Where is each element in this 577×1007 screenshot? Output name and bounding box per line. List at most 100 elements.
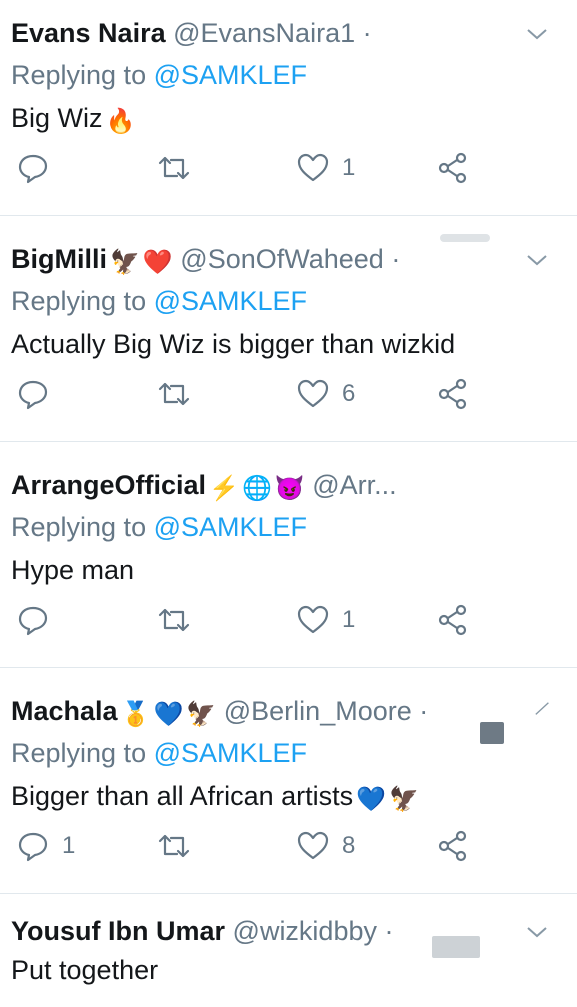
replying-to: Replying to @SAMKLEF xyxy=(11,58,307,92)
reply-icon xyxy=(18,606,48,636)
replying-to-link[interactable]: @SAMKLEF xyxy=(154,512,307,542)
obscured-region xyxy=(480,722,504,744)
red-heart-emoji: ❤️ xyxy=(142,249,173,276)
tweet-body: Hype man xyxy=(11,555,135,585)
like-count: 8 xyxy=(342,832,356,859)
globe-emoji: 🌐 xyxy=(241,475,272,502)
reply-button[interactable] xyxy=(16,374,62,414)
tweet-card[interactable]: ArrangeOfficial ⚡ 🌐 😈 @Arr... Replying to @… xyxy=(0,452,577,667)
author-handle[interactable]: @EvansNaira1 xyxy=(173,18,355,48)
retweet-icon xyxy=(158,156,190,180)
author-name[interactable]: Machala xyxy=(11,696,118,726)
reply-icon xyxy=(18,380,48,410)
like-count: 6 xyxy=(342,380,356,407)
devil-emoji: 😈 xyxy=(274,475,305,502)
replying-to-label: Replying to xyxy=(11,286,147,316)
author-handle[interactable]: @Arr... xyxy=(312,470,396,500)
eagle-emoji: 🦅 xyxy=(110,249,140,276)
reply-icon xyxy=(18,832,48,862)
author-handle[interactable]: @wizkidbby xyxy=(233,916,377,946)
chevron-down-icon[interactable] xyxy=(525,22,549,46)
reply-count: 1 xyxy=(62,832,76,859)
replying-to: Replying to @SAMKLEF xyxy=(11,284,307,318)
tweet-header: BigMilli 🦅 ❤️ @SonOfWaheed · xyxy=(11,242,400,280)
retweet-button[interactable] xyxy=(157,600,191,640)
action-bar: 6 xyxy=(0,374,577,414)
share-button[interactable] xyxy=(436,148,470,188)
author-name[interactable]: ArrangeOfficial xyxy=(11,470,206,500)
tweet-body: Bigger than all African artists xyxy=(11,781,354,811)
heart-icon xyxy=(297,379,329,408)
reply-button[interactable] xyxy=(16,600,62,640)
obscured-region xyxy=(440,234,490,242)
divider xyxy=(0,667,577,668)
separator-dot: · xyxy=(391,244,401,274)
share-button[interactable] xyxy=(436,374,470,414)
author-name[interactable]: Yousuf Ibn Umar xyxy=(11,916,225,946)
like-button[interactable]: 8 xyxy=(296,826,355,866)
retweet-button[interactable] xyxy=(157,826,191,866)
retweet-icon xyxy=(158,382,190,406)
chevron-down-icon[interactable] xyxy=(525,248,549,272)
tweet-header: Machala 🥇 💙 🦅 @Berlin_Moore · xyxy=(11,694,428,732)
share-icon xyxy=(438,152,467,184)
share-icon xyxy=(438,604,467,636)
blue-heart-emoji: 💙 xyxy=(356,786,387,813)
like-button[interactable]: 1 xyxy=(296,148,355,188)
replying-to-link[interactable]: @SAMKLEF xyxy=(154,286,307,316)
author-handle[interactable]: @Berlin_Moore xyxy=(224,696,412,726)
separator-dot: · xyxy=(419,696,429,726)
author-handle[interactable]: @SonOfWaheed xyxy=(180,244,384,274)
replying-to: Replying to @SAMKLEF xyxy=(11,510,307,544)
replying-to-link[interactable]: @SAMKLEF xyxy=(154,60,307,90)
replying-to-label: Replying to xyxy=(11,738,147,768)
medal-emoji: 🥇 xyxy=(120,701,151,728)
retweet-button[interactable] xyxy=(157,374,191,414)
author-name[interactable]: Evans Naira xyxy=(11,18,166,48)
share-button[interactable] xyxy=(436,600,470,640)
replying-to-label: Replying to xyxy=(11,60,147,90)
like-count: 1 xyxy=(342,606,356,633)
separator-dot: · xyxy=(362,18,372,48)
tweet-text: Put together xyxy=(11,952,158,988)
tweet-body: Put together xyxy=(11,955,159,985)
retweet-button[interactable] xyxy=(157,148,191,188)
replying-to-label: Replying to xyxy=(11,512,147,542)
author-name[interactable]: BigMilli xyxy=(11,244,107,274)
tweet-body: Big Wiz xyxy=(11,103,103,133)
tweet-text: Bigger than all African artists 💙 🦅 xyxy=(11,778,419,818)
chevron-down-icon[interactable] xyxy=(525,920,549,944)
tweet-body: Actually Big Wiz is bigger than wizkid xyxy=(11,329,456,359)
tweet-card[interactable]: Evans Naira @EvansNaira1 · Replying to @… xyxy=(0,0,577,215)
reply-button[interactable] xyxy=(16,148,62,188)
reply-button[interactable]: 1 xyxy=(16,826,75,866)
share-icon xyxy=(438,830,467,862)
tweet-text: Hype man xyxy=(11,552,134,588)
divider xyxy=(0,441,577,442)
fire-emoji: 🔥 xyxy=(105,108,136,135)
like-button[interactable]: 6 xyxy=(296,374,355,414)
like-button[interactable]: 1 xyxy=(296,600,355,640)
action-bar: 1 xyxy=(0,148,577,188)
tweet-header: ArrangeOfficial ⚡ 🌐 😈 @Arr... xyxy=(11,468,397,506)
tweet-text: Big Wiz 🔥 xyxy=(11,100,135,140)
retweet-icon xyxy=(158,834,190,858)
replying-to: Replying to @SAMKLEF xyxy=(11,736,307,770)
tweet-card[interactable]: Machala 🥇 💙 🦅 @Berlin_Moore · Replying to @… xyxy=(0,678,577,893)
heart-icon xyxy=(297,831,329,860)
tweet-header: Evans Naira @EvansNaira1 · xyxy=(11,16,372,50)
tweet-card[interactable]: Yousuf Ibn Umar @wizkidbby · Put togethe… xyxy=(0,898,577,1007)
heart-icon xyxy=(297,605,329,634)
replying-to-link[interactable]: @SAMKLEF xyxy=(154,738,307,768)
reply-icon xyxy=(18,154,48,184)
share-button[interactable] xyxy=(436,826,470,866)
tweet-card[interactable]: BigMilli 🦅 ❤️ @SonOfWaheed · Replying to @… xyxy=(0,226,577,441)
tweet-text: Actually Big Wiz is bigger than wizkid xyxy=(11,326,455,362)
obscured-region xyxy=(432,936,480,958)
tweet-header: Yousuf Ibn Umar @wizkidbby · xyxy=(11,914,394,948)
retweet-icon xyxy=(158,608,190,632)
action-bar: 1 8 xyxy=(0,826,577,866)
share-icon xyxy=(438,378,467,410)
blue-heart-emoji: 💙 xyxy=(153,701,184,728)
edit-mark-icon xyxy=(535,702,549,715)
